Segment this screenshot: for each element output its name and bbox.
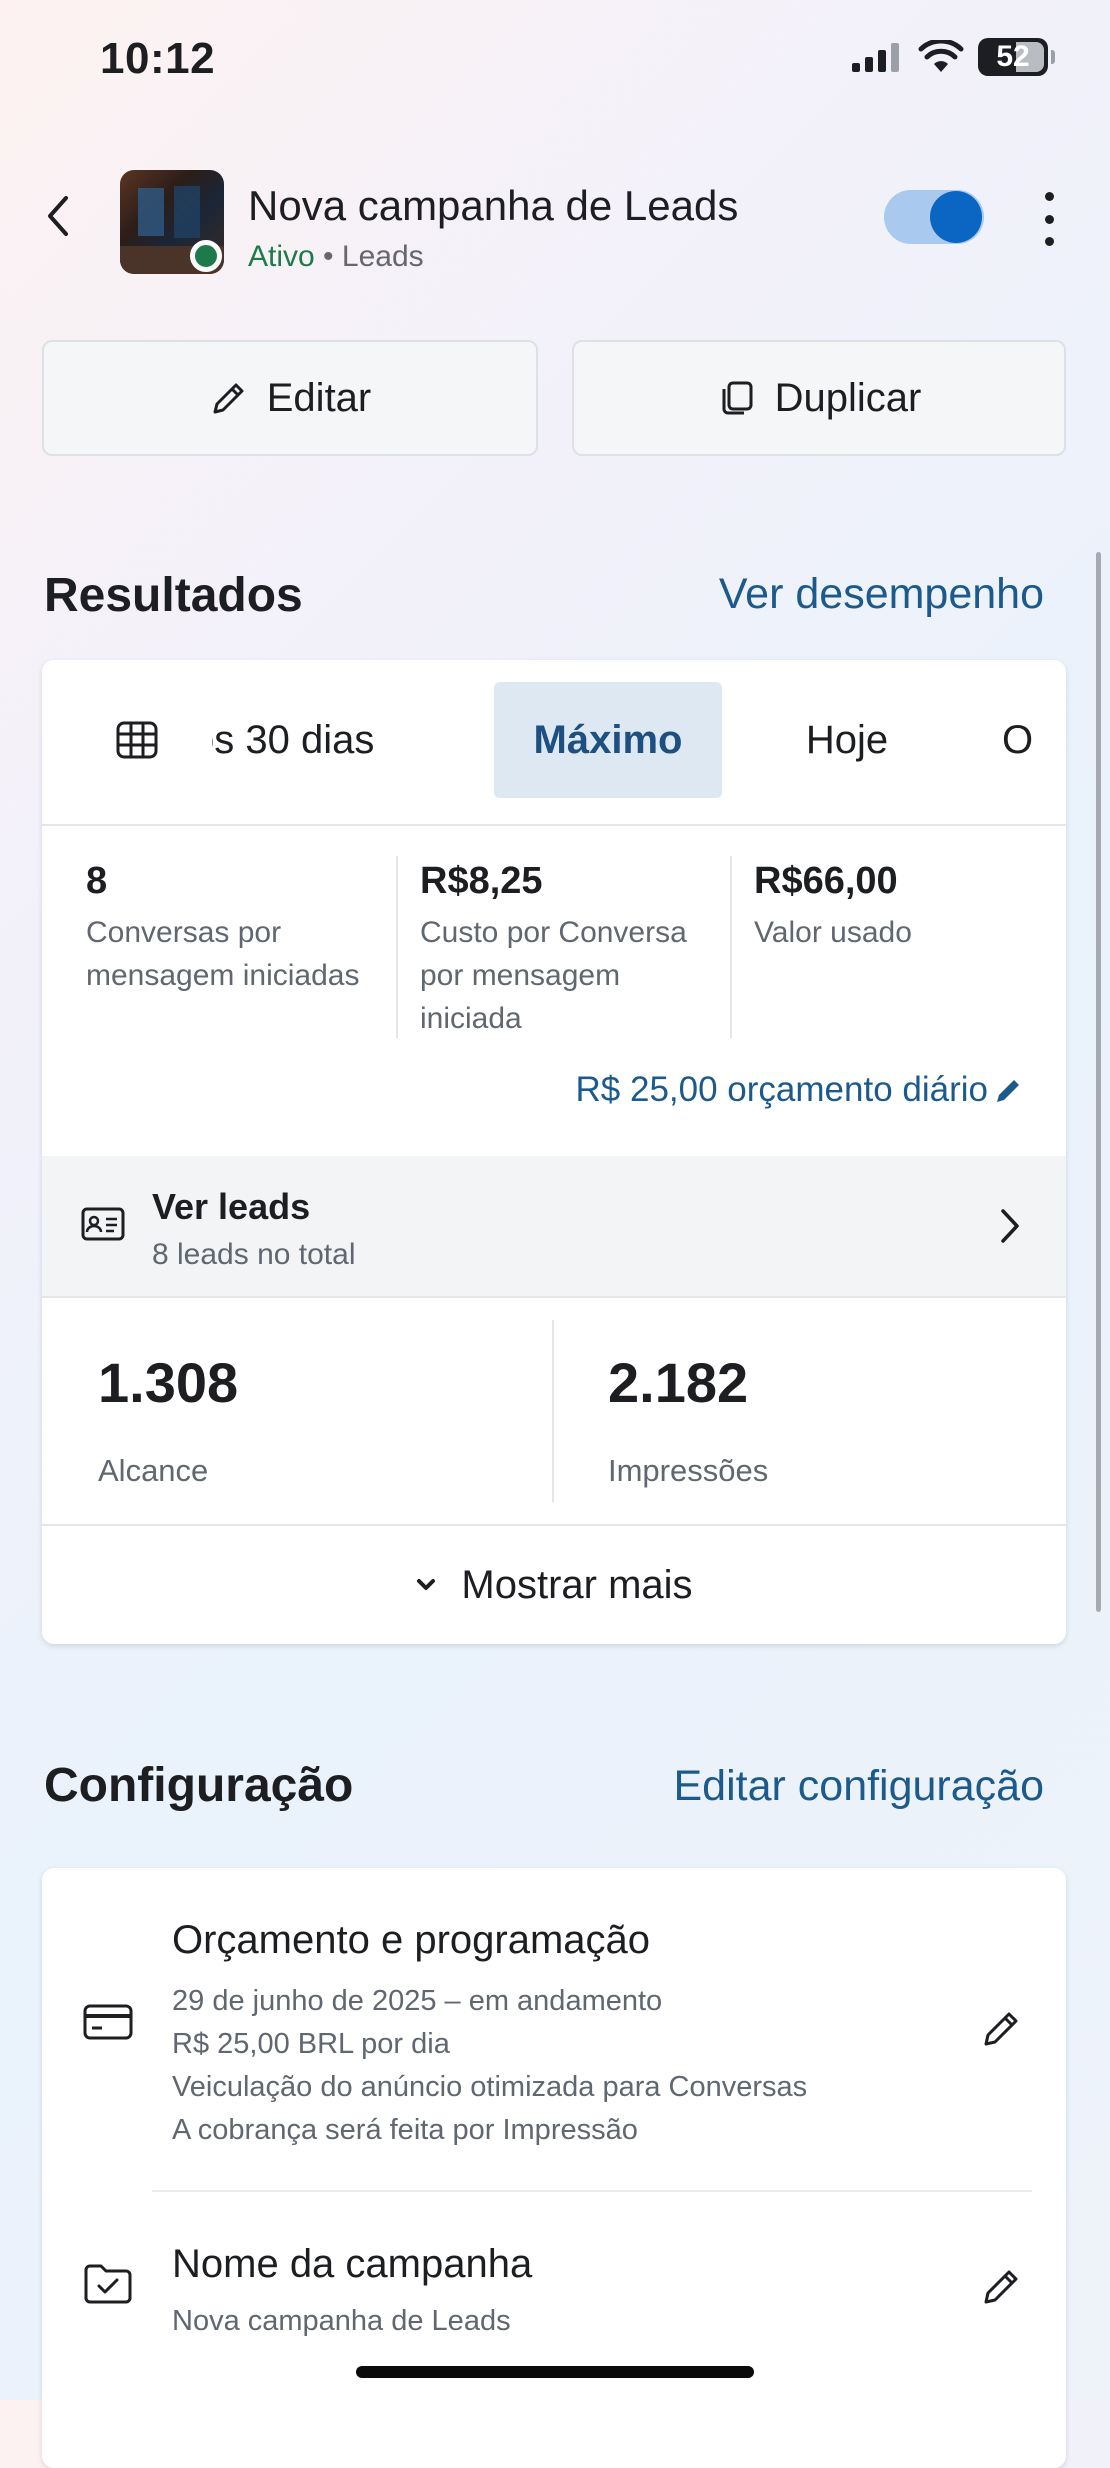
reach-value: 1.308 — [98, 1351, 239, 1414]
edit-name-pencil-icon[interactable] — [980, 2264, 1024, 2308]
metric-cost-per-conversation: R$8,25 Custo por Conversa por mensagem i… — [420, 860, 687, 1040]
tab-other[interactable]: O — [1002, 682, 1066, 798]
status-icons: 52 — [852, 38, 1055, 76]
chevron-down-icon — [417, 1579, 436, 1590]
metric-label: Conversas por mensagem iniciadas — [86, 916, 360, 992]
chevron-right-icon — [1001, 1209, 1019, 1243]
daily-budget-label: R$ 25,00 orçamento diário — [575, 1070, 988, 1109]
home-indicator[interactable] — [356, 2366, 754, 2378]
divider — [396, 856, 398, 1038]
pencil-filled-icon — [997, 1080, 1019, 1102]
view-leads-row[interactable]: Ver leads 8 leads no total — [42, 1156, 1066, 1298]
show-more-button[interactable]: Mostrar mais — [42, 1526, 1066, 1644]
campaign-subtitle: Ativo • Leads — [248, 240, 424, 274]
more-options-icon[interactable] — [1034, 192, 1064, 246]
duplicate-button[interactable]: Duplicar — [572, 340, 1066, 456]
tab-maximum[interactable]: Máximo — [494, 682, 722, 798]
metric-value: R$8,25 — [420, 860, 543, 902]
edit-button[interactable]: Editar — [42, 340, 538, 456]
results-heading: Resultados — [44, 569, 303, 622]
wifi-icon — [918, 40, 964, 72]
divider — [552, 1320, 554, 1502]
budget-schedule-line: A cobrança será feita por Impressão — [172, 2114, 638, 2146]
date-range-tabs: os 30 dias Máximo Hoje O — [42, 660, 1066, 826]
campaign-toggle[interactable] — [884, 190, 984, 244]
calendar-table-icon[interactable] — [102, 682, 172, 798]
divider — [152, 2190, 1032, 2192]
campaign-type: Leads — [341, 240, 424, 273]
reach-stat: 1.308 Alcance — [98, 1350, 238, 1489]
duplicate-icon — [722, 381, 753, 415]
scrollbar[interactable] — [1096, 552, 1101, 1612]
configuration-card: Orçamento e programação 29 de junho de 2… — [42, 1868, 1066, 2468]
battery-level: 52 — [996, 40, 1030, 73]
impressions-value: 2.182 — [608, 1351, 749, 1414]
metric-value: 8 — [86, 860, 108, 902]
tab-last-30-days[interactable]: os 30 dias — [212, 682, 472, 798]
view-leads-subtitle: 8 leads no total — [152, 1238, 356, 1271]
campaign-status: Ativo — [248, 240, 315, 273]
metric-label: Valor usado — [754, 916, 912, 949]
show-more-label: Mostrar mais — [461, 1562, 693, 1607]
folder-check-icon — [84, 2264, 132, 2304]
budget-schedule-line: R$ 25,00 BRL por dia — [172, 2028, 450, 2060]
back-arrow-icon[interactable] — [40, 192, 76, 240]
reach-label: Alcance — [98, 1453, 209, 1488]
metric-conversations: 8 Conversas por mensagem iniciadas — [86, 860, 359, 997]
campaign-name-title: Nome da campanha — [172, 2242, 533, 2286]
cellular-signal-icon — [852, 43, 899, 72]
duplicate-label: Duplicar — [774, 375, 922, 420]
results-card: os 30 dias Máximo Hoje O 8 Conversas por… — [42, 660, 1066, 1644]
metric-value: R$66,00 — [754, 860, 898, 902]
campaign-name-value: Nova campanha de Leads — [172, 2305, 511, 2337]
contact-card-icon — [81, 1207, 125, 1241]
pencil-icon — [213, 383, 244, 414]
view-leads-title: Ver leads — [152, 1186, 311, 1227]
impressions-stat: 2.182 Impressões — [608, 1350, 768, 1489]
impressions-label: Impressões — [608, 1453, 769, 1488]
configuration-heading: Configuração — [44, 1759, 354, 1812]
active-status-dot — [190, 240, 222, 272]
status-time: 10:12 — [100, 34, 216, 83]
edit-configuration-link[interactable]: Editar configuração — [674, 1762, 1045, 1811]
metric-amount-spent: R$66,00 Valor usado — [754, 860, 912, 954]
battery-icon: 52 — [978, 38, 1055, 76]
metric-label: Custo por Conversa por mensagem iniciada — [420, 916, 687, 1035]
campaign-title: Nova campanha de Leads — [248, 182, 739, 229]
divider — [730, 856, 732, 1038]
edit-label: Editar — [266, 375, 372, 420]
tab-today[interactable]: Hoje — [772, 682, 922, 798]
budget-schedule-line: 29 de junho de 2025 – em andamento — [172, 1985, 663, 2017]
budget-schedule-title: Orçamento e programação — [172, 1918, 651, 1962]
edit-budget-pencil-icon[interactable] — [980, 2006, 1024, 2050]
budget-schedule-line: Veiculação do anúncio otimizada para Con… — [172, 2071, 808, 2103]
credit-card-icon — [83, 2004, 133, 2040]
daily-budget-link[interactable]: R$ 25,00 orçamento diário — [576, 1070, 1024, 1110]
view-performance-link[interactable]: Ver desempenho — [719, 570, 1044, 619]
subtitle-separator: • — [323, 240, 334, 273]
